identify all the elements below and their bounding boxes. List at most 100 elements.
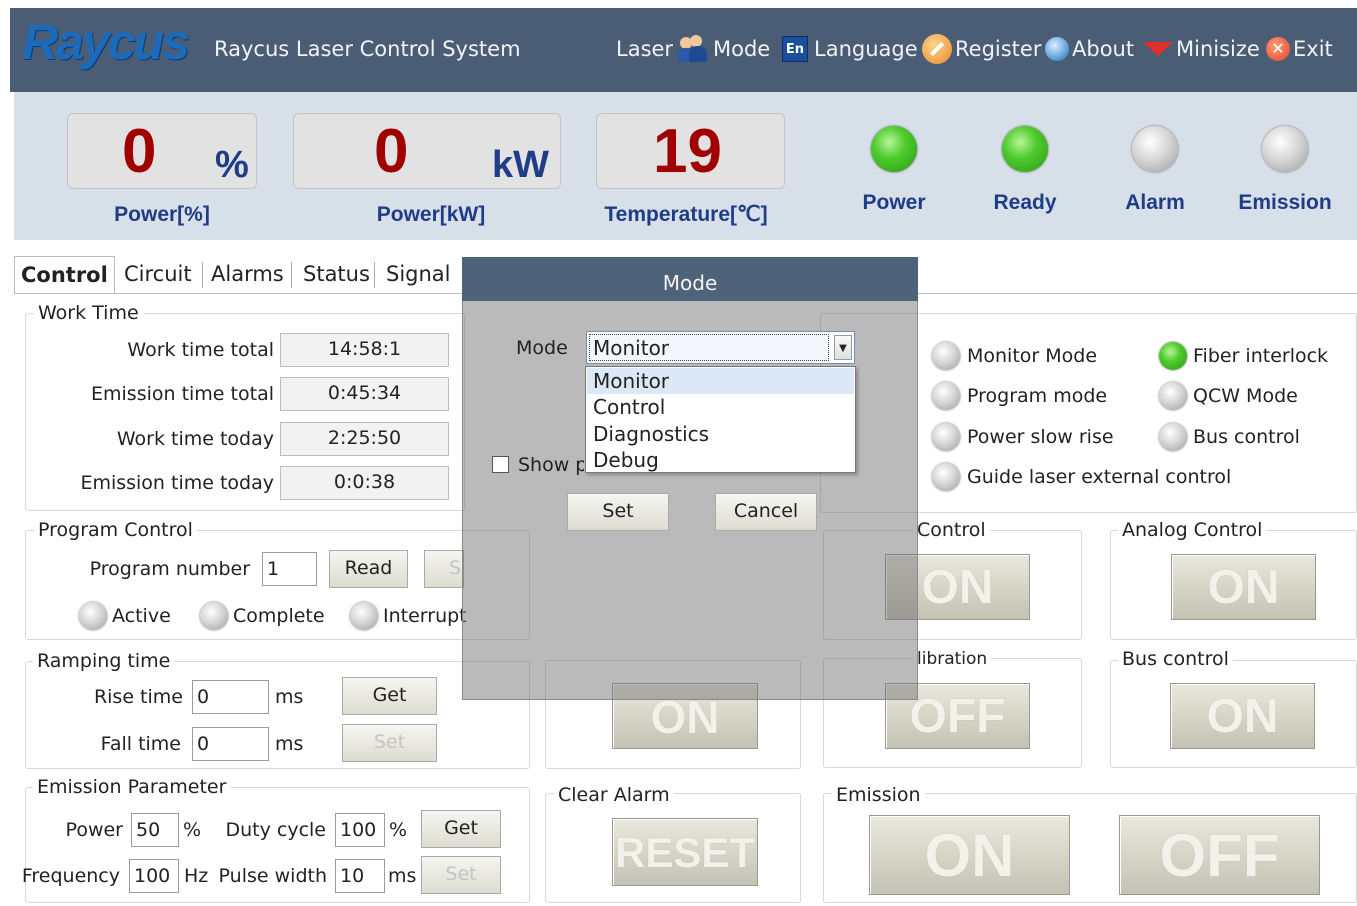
menu-minimize[interactable]: Minisize [1143, 34, 1260, 64]
emission-off-button[interactable]: OFF [1119, 815, 1320, 895]
duty-cycle-input[interactable]: 100 [335, 813, 385, 847]
mode-option-control[interactable]: Control [587, 394, 854, 420]
tab-separator [291, 262, 292, 288]
menu-mode-label: Mode [713, 37, 771, 61]
menu-laser[interactable]: Laser [616, 34, 673, 64]
interrupt-led [350, 602, 378, 630]
complete-label: Complete [233, 605, 325, 627]
emission-title: Emission [832, 784, 925, 806]
power-kw-unit: kW [492, 144, 549, 186]
ready-indicator-label: Ready [993, 191, 1057, 214]
interrupt-label: Interrupt [383, 605, 467, 627]
menu-register[interactable]: Register [922, 34, 1041, 64]
mode-field-label: Mode [516, 337, 568, 359]
dialog-cancel-button[interactable]: Cancel [715, 493, 817, 531]
reset-alarm-button[interactable]: RESET [612, 818, 758, 886]
fiber-interlock-led [1159, 342, 1187, 370]
bus-control-title: Bus control [1118, 648, 1233, 670]
app-title: Raycus Laser Control System [214, 37, 521, 61]
complete-led [200, 602, 228, 630]
tab-status[interactable]: Status [297, 256, 376, 294]
ramping-get-button[interactable]: Get [342, 677, 437, 715]
tab-strip: Control Circuit Alarms Status Signal [14, 256, 464, 294]
minimize-arrow-icon [1143, 42, 1173, 56]
dialog-set-button[interactable]: Set [567, 493, 669, 531]
temperature-label: Temperature[℃] [604, 203, 768, 226]
read-program-button[interactable]: Read [329, 550, 408, 588]
guide-laser-led [932, 463, 960, 491]
menu-register-label: Register [955, 37, 1042, 61]
set-program-button[interactable]: S [424, 550, 464, 588]
users-icon [678, 35, 710, 63]
power-percent-label: Power[%] [114, 203, 210, 226]
show-checkbox[interactable] [492, 456, 509, 473]
bus-control-on-button[interactable]: ON [1170, 683, 1315, 749]
mode-option-diagnostics[interactable]: Diagnostics [587, 421, 854, 447]
fall-time-label: Fall time [100, 733, 181, 755]
emission-indicator-label: Emission [1238, 191, 1332, 214]
power-kw-readout: 0 kW [293, 113, 561, 189]
monitor-mode-led [932, 342, 960, 370]
fiber-interlock-label: Fiber interlock [1193, 345, 1329, 367]
rise-time-unit: ms [275, 686, 304, 708]
analog-on-button[interactable]: ON [1171, 554, 1316, 620]
mode-dropdown-list: Monitor Control Diagnostics Debug [585, 366, 856, 473]
power-unit: % [183, 819, 202, 841]
tab-alarms[interactable]: Alarms [205, 256, 290, 294]
qcw-mode-label: QCW Mode [1193, 385, 1298, 407]
work-time-today-field: 2:25:50 [280, 422, 449, 456]
tab-signal[interactable]: Signal [380, 256, 457, 294]
emission-time-today-field: 0:0:38 [280, 466, 449, 500]
tab-circuit[interactable]: Circuit [118, 256, 198, 294]
emission-time-total-field: 0:45:34 [280, 377, 449, 411]
work-time-title: Work Time [34, 302, 143, 324]
power-indicator-label: Power [862, 191, 926, 214]
power-kw-value: 0 [374, 117, 409, 186]
work-time-today-label: Work time today [116, 428, 274, 450]
power-percent-readout: 0 % [67, 113, 257, 189]
mode-select[interactable]: Monitor ▼ [586, 331, 855, 364]
key-icon [922, 34, 952, 64]
frequency-input[interactable]: 100 [129, 859, 179, 893]
emission-on-button[interactable]: ON [869, 815, 1070, 895]
menu-laser-label: Laser [616, 37, 674, 61]
ramping-set-button[interactable]: Set [342, 724, 437, 762]
fall-time-input[interactable]: 0 [192, 727, 269, 761]
ramping-time-title: Ramping time [33, 650, 175, 672]
program-number-input[interactable]: 1 [262, 552, 317, 586]
alarm-indicator-label: Alarm [1125, 191, 1185, 214]
power-percent-value: 0 [122, 117, 157, 186]
menu-exit-label: Exit [1293, 37, 1333, 61]
bus-control-state-label: Bus control [1193, 426, 1300, 448]
power-slow-rise-label: Power slow rise [967, 426, 1114, 448]
menu-about[interactable]: About [1045, 34, 1134, 64]
frequency-label: Frequency [21, 865, 120, 887]
emission-parameter-title: Emission Parameter [33, 776, 231, 798]
rise-time-input[interactable]: 0 [192, 680, 269, 714]
chevron-down-icon[interactable]: ▼ [834, 335, 852, 360]
menu-mode[interactable]: Mode [678, 34, 770, 64]
mode-option-debug[interactable]: Debug [587, 447, 854, 473]
raycus-logo: Raycus [22, 14, 190, 70]
emission-time-today-label: Emission time today [80, 472, 274, 494]
work-time-total-label: Work time total [127, 339, 274, 361]
tab-separator [374, 262, 375, 288]
tab-control[interactable]: Control [14, 256, 115, 294]
emission-indicator-led [1262, 126, 1308, 172]
menu-exit[interactable]: ✕ Exit [1266, 34, 1333, 64]
mode-option-monitor[interactable]: Monitor [587, 368, 854, 394]
menu-language[interactable]: En Language [782, 34, 918, 64]
show-checkbox-label: Show p [518, 454, 584, 476]
tab-separator [202, 262, 203, 288]
power-input[interactable]: 50 [131, 813, 179, 847]
bus-control-led [1159, 423, 1187, 451]
program-mode-led [932, 382, 960, 410]
emission-set-button[interactable]: Set [421, 856, 501, 894]
temperature-value: 19 [653, 117, 722, 186]
fall-time-unit: ms [275, 733, 304, 755]
pulse-width-input[interactable]: 10 [335, 859, 385, 893]
emission-get-button[interactable]: Get [421, 810, 501, 848]
power-kw-label: Power[kW] [376, 203, 486, 226]
work-time-total-field: 14:58:1 [280, 333, 449, 367]
program-number-label: Program number [89, 558, 250, 580]
